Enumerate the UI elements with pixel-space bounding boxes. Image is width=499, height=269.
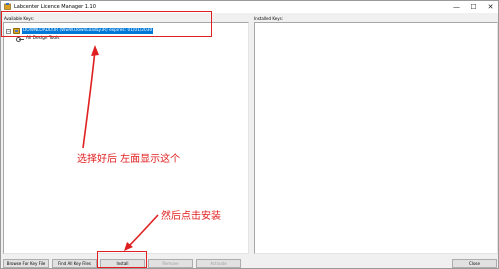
tree-item-label: DOWNLOADLY.IR (WwW.DownLoadLy.iR) expire… (22, 28, 154, 34)
key-folder-icon (13, 28, 20, 34)
find-all-key-files-button[interactable]: Find All Key Files (52, 259, 97, 268)
tree-item-label: All Design Tools (26, 36, 60, 41)
key-icon (16, 36, 24, 42)
installed-keys-label: Installed Keys: (254, 16, 283, 21)
maximize-button[interactable]: ☐ (466, 2, 481, 12)
collapse-icon[interactable]: − (6, 28, 11, 34)
close-button[interactable]: Close (452, 259, 497, 268)
app-icon (4, 3, 11, 10)
close-window-button[interactable]: ✕ (483, 2, 498, 12)
licence-manager-window: Labcenter Licence Manager 1.10 — ☐ ✕ Ava… (0, 0, 499, 269)
annotation-select-note: 选择好后 左面显示这个 (77, 154, 181, 165)
window-title: Labcenter Licence Manager 1.10 (14, 4, 96, 10)
installed-keys-list[interactable] (254, 22, 498, 254)
annotation-install-note: 然后点击安装 (161, 211, 221, 222)
tree-item-downloadly[interactable]: − DOWNLOADLY.IR (WwW.DownLoadLy.iR) expi… (6, 28, 154, 34)
install-button[interactable]: Install (100, 259, 145, 268)
minimize-button[interactable]: — (449, 2, 464, 12)
browse-key-file-button[interactable]: Browse For Key File (3, 259, 49, 268)
activate-button[interactable]: Activate (196, 259, 241, 268)
tree-item-all-design-tools[interactable]: All Design Tools (16, 36, 60, 42)
remove-button[interactable]: Remove (148, 259, 193, 268)
available-keys-label: Available Keys: (4, 16, 35, 21)
title-bar: Labcenter Licence Manager 1.10 — ☐ ✕ (1, 1, 498, 13)
